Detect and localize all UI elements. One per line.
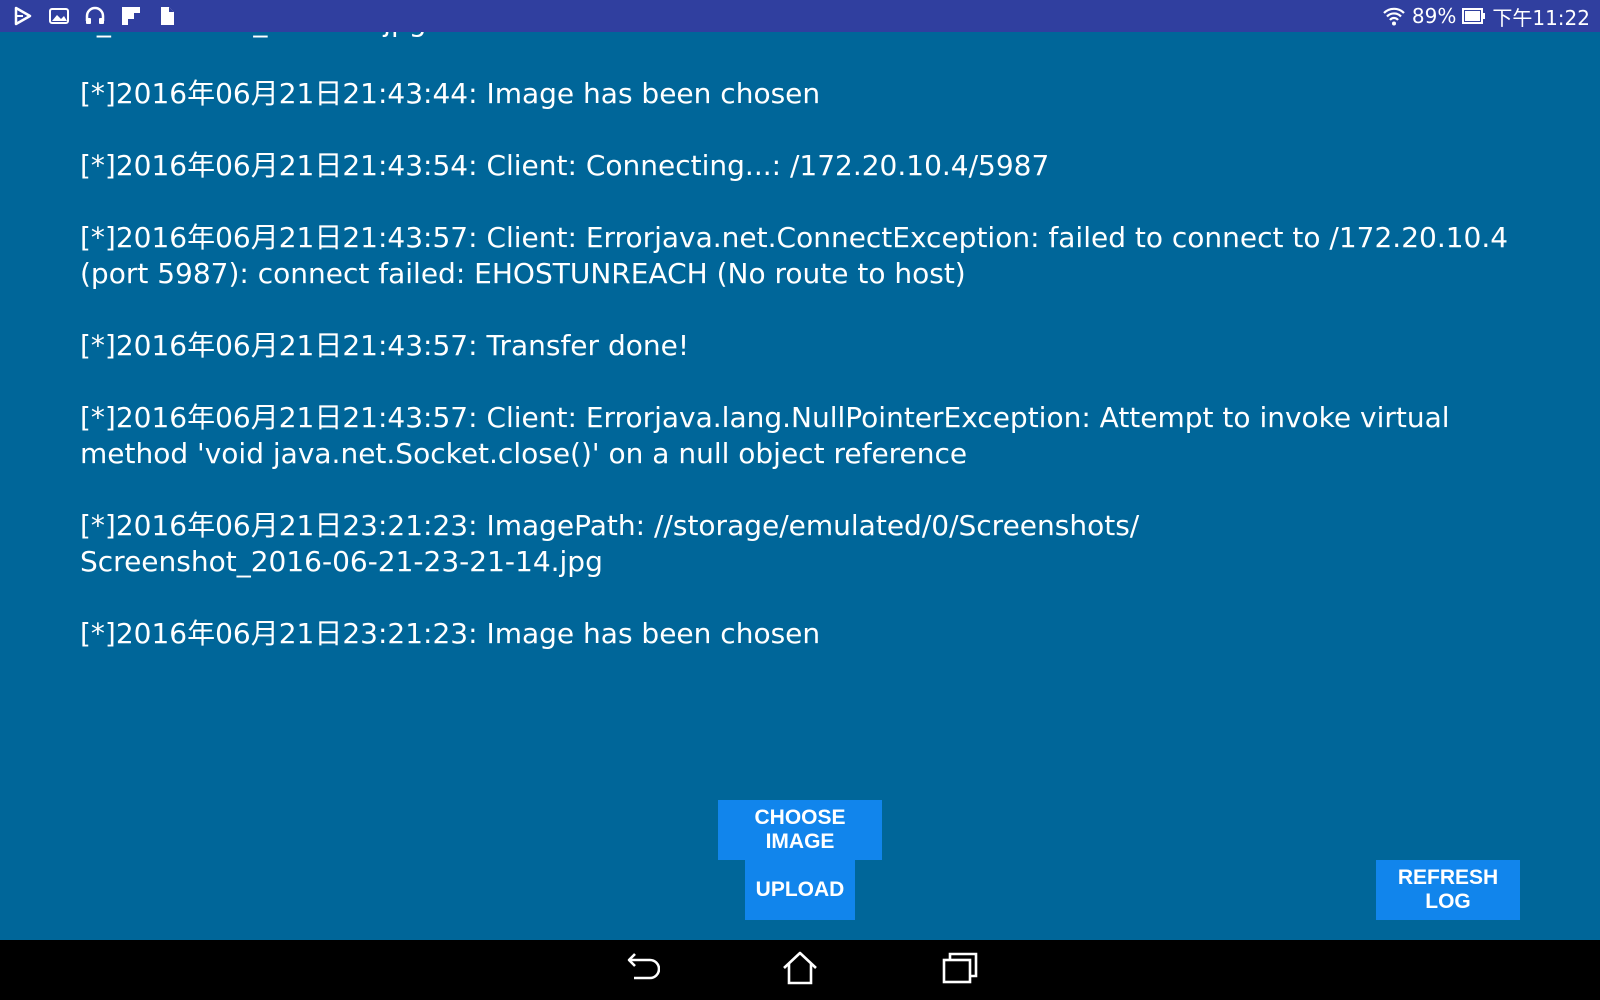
back-button[interactable] <box>618 948 662 992</box>
log-entry: [*]2016年06月21日23:21:23: Image has been c… <box>80 617 821 650</box>
log-entry: [*]2016年06月21日21:43:57: Client: Errorjav… <box>80 221 1509 290</box>
recent-apps-icon <box>940 948 980 992</box>
log-entry: [*]2016年06月21日21:43:44: Image has been c… <box>80 77 821 110</box>
log-entry: P_20160416_180731.jpg <box>80 32 1520 40</box>
log-text: P_20160416_180731.jpg [*]2016年06月21日21:4… <box>80 32 1520 688</box>
log-entry: [*]2016年06月21日21:43:54: Client: Connecti… <box>80 149 1050 182</box>
log-entry: [*]2016年06月21日23:21:23: ImagePath: //sto… <box>80 509 1140 578</box>
log-entry: [*]2016年06月21日21:43:57: Client: Errorjav… <box>80 401 1450 470</box>
wifi-icon <box>1382 5 1406 27</box>
recent-apps-button[interactable] <box>938 948 982 992</box>
back-icon <box>620 948 661 992</box>
battery-percent: 89% <box>1411 4 1457 28</box>
notification-icons <box>12 5 178 27</box>
log-entry: [*]2016年06月21日21:43:57: Transfer done! <box>80 329 690 362</box>
image-icon <box>48 5 70 27</box>
clock: 下午11:22 <box>1492 5 1590 30</box>
log-view[interactable]: P_20160416_180731.jpg [*]2016年06月21日21:4… <box>0 32 1600 792</box>
upload-button[interactable]: UPLOAD <box>745 860 855 920</box>
headphones-icon <box>84 5 106 27</box>
file-icon <box>156 5 178 27</box>
battery-icon <box>1462 7 1486 25</box>
flipboard-icon <box>120 5 142 27</box>
home-icon <box>780 948 820 992</box>
system-status: 89% 下午11:22 <box>1382 0 1590 32</box>
navigation-bar <box>0 940 1600 1000</box>
status-bar: 89% 下午11:22 <box>0 0 1600 32</box>
choose-image-button[interactable]: CHOOSE IMAGE <box>718 800 882 860</box>
refresh-log-button[interactable]: REFRESH LOG <box>1376 860 1520 920</box>
home-button[interactable] <box>778 948 822 992</box>
play-store-icon <box>12 5 34 27</box>
